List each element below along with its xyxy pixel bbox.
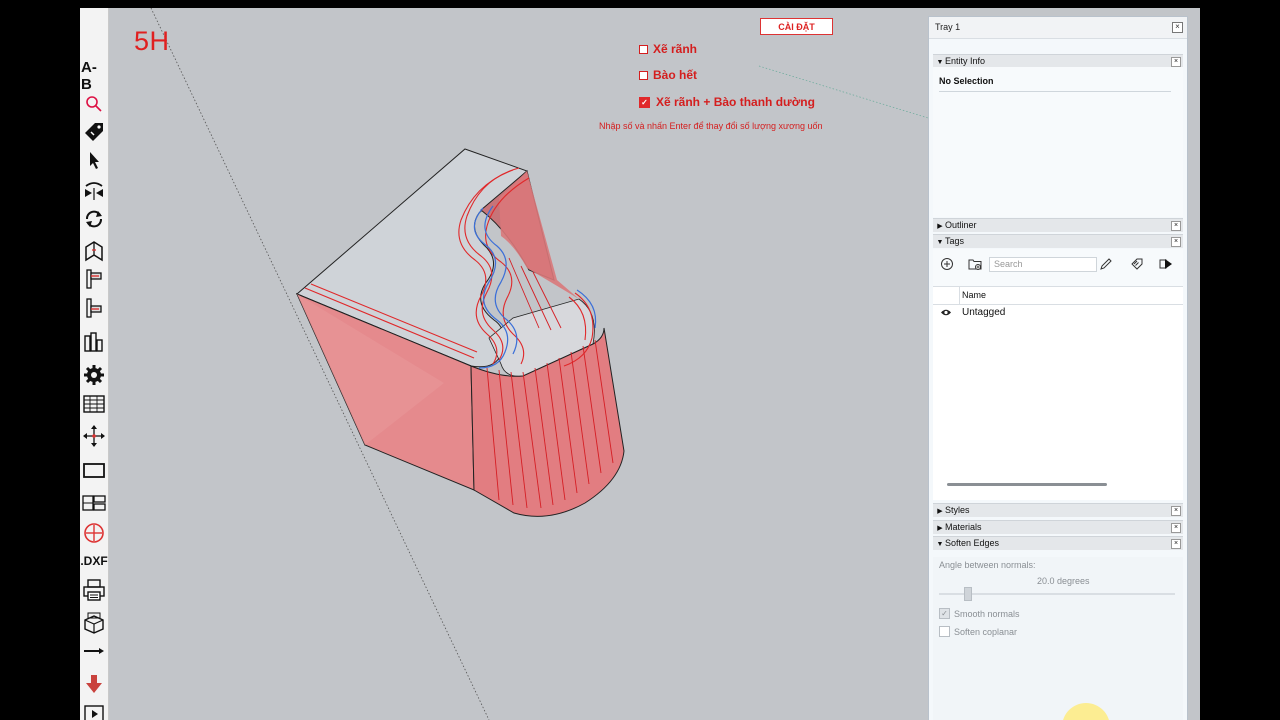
fold-icon[interactable] — [81, 238, 107, 264]
rotate-icon[interactable] — [81, 206, 107, 232]
hint-text: Nhập số và nhấn Enter để thay đổi số lượ… — [599, 121, 823, 131]
tray-panel: Tray 1 × ▼ Entity Info × No Selection ▶ Ou… — [928, 16, 1188, 720]
dxf-export-button[interactable]: .DXF — [80, 548, 108, 574]
model-scene — [150, 8, 928, 720]
settings-button[interactable]: CÀI ĐẶT — [760, 18, 833, 35]
add-folder-icon[interactable] — [968, 257, 982, 271]
triangle-right-icon: ▶ — [937, 223, 943, 230]
rectangle-icon[interactable] — [81, 457, 107, 483]
styles-title: Styles — [945, 505, 970, 515]
axis-line-red — [758, 65, 928, 119]
tags-header[interactable]: ▼ Tags × — [933, 234, 1183, 248]
option-plane-all-label: Bào hết — [653, 68, 698, 82]
dxf-label: .DXF — [80, 554, 108, 568]
color-tag-icon[interactable] — [1130, 257, 1144, 271]
materials-header[interactable]: ▶ Materials × — [933, 520, 1183, 534]
tag-row[interactable]: Untagged — [933, 305, 1183, 320]
model-viewport[interactable]: 5H CÀI ĐẶT Xẽ rãnh Bào hết ✓ Xẽ rãnh + B… — [109, 8, 928, 720]
target-icon[interactable] — [81, 520, 107, 546]
selection-status: No Selection — [939, 76, 994, 86]
tags-column-name[interactable]: Name — [933, 287, 1183, 305]
tag-icon[interactable] — [81, 119, 107, 145]
triangle-down-icon: ▼ — [936, 239, 944, 246]
soften-coplanar-label: Soften coplanar — [954, 627, 1018, 637]
soften-coplanar-checkbox[interactable] — [939, 626, 950, 637]
option-cut-groove[interactable]: Xẽ rãnh — [639, 42, 697, 56]
smooth-normals-checkbox[interactable]: ✓ — [939, 608, 950, 619]
brand-logo: 5H — [134, 26, 170, 56]
option-groove-plane-bar[interactable]: ✓ Xẽ rãnh + Bào thanh dường — [639, 95, 815, 109]
tray-title-bar: Tray 1 × — [929, 17, 1187, 39]
flip-icon[interactable] — [81, 178, 107, 204]
ab-tool-button[interactable]: A-B — [81, 59, 107, 93]
ab-label: A-B — [81, 59, 97, 93]
select-arrow-icon[interactable] — [81, 147, 107, 173]
search-icon[interactable] — [81, 91, 107, 117]
print-icon[interactable] — [81, 577, 107, 603]
tags-table: Name Untagged — [933, 286, 1183, 500]
left-toolbar: A-B .DXF — [80, 8, 109, 720]
triangle-right-icon: ▶ — [937, 525, 943, 532]
tags-title: Tags — [945, 236, 965, 246]
sketchup-window: A-B .DXF 5H CÀI ĐẶT Xẽ rãnh Bào hết ✓ Xẽ… — [80, 8, 1200, 720]
tags-search-input[interactable]: Search — [989, 257, 1097, 272]
close-icon[interactable]: × — [1171, 506, 1181, 516]
smooth-normals-label: Smooth normals — [954, 609, 1020, 619]
angle-slider-track[interactable] — [939, 593, 1175, 595]
checkbox-groove-plane-bar[interactable]: ✓ — [639, 96, 650, 108]
checkbox-cut-groove[interactable] — [639, 44, 648, 54]
align-top-icon[interactable] — [81, 266, 107, 292]
line-arrow-icon[interactable] — [81, 638, 107, 664]
play-icon[interactable] — [81, 701, 107, 720]
close-icon[interactable]: × — [1171, 57, 1181, 67]
checkbox-plane-all[interactable] — [639, 70, 648, 80]
materials-title: Materials — [945, 522, 982, 532]
bars-icon[interactable] — [81, 329, 107, 355]
gear-icon[interactable] — [81, 362, 107, 388]
option-cut-groove-label: Xẽ rãnh — [653, 42, 698, 56]
layout-icon[interactable] — [81, 490, 107, 516]
tags-scrollbar[interactable] — [947, 483, 1107, 486]
soften-edges-title: Soften Edges — [945, 538, 1000, 548]
box-3d-icon[interactable] — [81, 610, 107, 636]
move-arrows-icon[interactable] — [81, 423, 107, 449]
details-arrow-icon[interactable] — [1159, 257, 1173, 271]
tags-toolbar: Search — [933, 249, 1183, 279]
add-tag-icon[interactable] — [940, 257, 954, 271]
styles-header[interactable]: ▶ Styles × — [933, 503, 1183, 517]
tags-body: Search Name Untagged — [933, 249, 1183, 500]
option-groove-plane-bar-label: Xẽ rãnh + Bào thanh dường — [656, 95, 815, 109]
outliner-title: Outliner — [945, 220, 977, 230]
triangle-down-icon: ▼ — [936, 541, 944, 548]
tag-name: Untagged — [962, 307, 1006, 318]
close-icon[interactable]: × — [1172, 22, 1183, 33]
pencil-icon[interactable] — [1099, 257, 1113, 271]
angle-label: Angle between normals: — [939, 560, 1036, 570]
eye-icon[interactable] — [941, 308, 951, 317]
close-icon[interactable]: × — [1171, 523, 1181, 533]
option-plane-all[interactable]: Bào hết — [639, 68, 697, 82]
entity-info-header[interactable]: ▼ Entity Info × — [933, 54, 1183, 68]
close-icon[interactable]: × — [1171, 221, 1181, 231]
align-left-icon[interactable] — [81, 295, 107, 321]
down-arrow-icon[interactable] — [81, 671, 107, 697]
divider — [939, 91, 1171, 92]
entity-info-title: Entity Info — [945, 56, 986, 66]
entity-info-body: No Selection — [933, 67, 1183, 217]
table-grid-icon[interactable] — [81, 391, 107, 417]
triangle-right-icon: ▶ — [937, 508, 943, 515]
close-icon[interactable]: × — [1171, 237, 1181, 247]
angle-value: 20.0 degrees — [1037, 576, 1090, 586]
outliner-header[interactable]: ▶ Outliner × — [933, 218, 1183, 232]
angle-slider-thumb[interactable] — [964, 587, 972, 601]
soften-edges-body: Angle between normals: 20.0 degrees ✓ Sm… — [933, 557, 1183, 720]
soften-edges-header[interactable]: ▼ Soften Edges × — [933, 536, 1183, 550]
close-icon[interactable]: × — [1171, 539, 1181, 549]
tray-title: Tray 1 — [935, 22, 961, 32]
